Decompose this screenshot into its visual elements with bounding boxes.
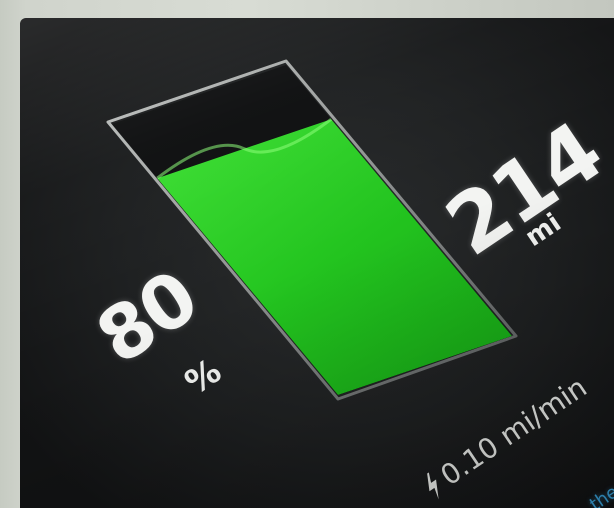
charging-screen: 80 % 214 mi 0.10 mi/min the	[20, 18, 614, 508]
battery-fill-level	[157, 119, 512, 395]
device-photo-frame: 80 % 214 mi 0.10 mi/min the	[0, 0, 614, 508]
